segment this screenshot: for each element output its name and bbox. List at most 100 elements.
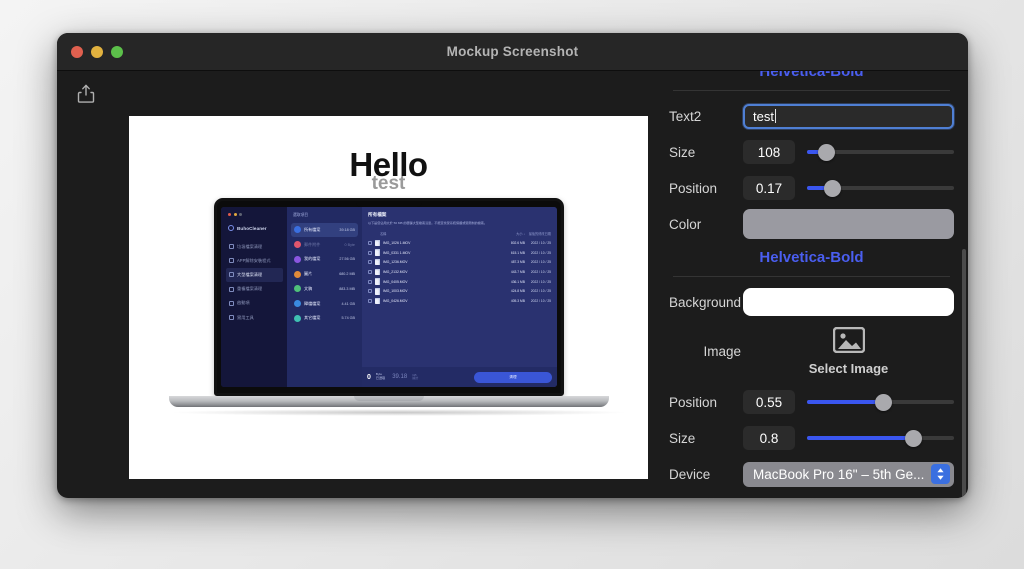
file-icon bbox=[375, 278, 380, 285]
macbook-lid: BuhoCleaner 垃圾檔案清理 APP解除安裝程式 大型檔案清理 重複檔案… bbox=[214, 198, 564, 396]
file-icon bbox=[375, 288, 380, 295]
inner-close-dot bbox=[228, 213, 231, 216]
size-row: Size 108 bbox=[669, 137, 954, 167]
text2-label: Text2 bbox=[669, 108, 702, 124]
inner-table-header: 名稱 大小 ↓ 最後的修改日期 bbox=[368, 231, 552, 238]
slider-fill bbox=[807, 400, 884, 404]
inner-app-main: 所有檔案 以下是您佔用大於 50 MB 的硬碟大型檔案清單。不能查找受系統保護或… bbox=[362, 207, 557, 387]
unit-secondary: 總計 bbox=[412, 376, 419, 380]
size-slider[interactable] bbox=[807, 142, 954, 162]
inner-category-row: 郵件附件 0 Byte bbox=[291, 238, 358, 252]
inner-file-row: IMG_1236.MOV 487.3 MB 2022 / 10 / 25 bbox=[368, 257, 552, 267]
size-input[interactable]: 108 bbox=[743, 140, 795, 164]
checkbox-icon bbox=[368, 240, 372, 245]
inner-category-row: 所有檔案 39.18 GB bbox=[291, 223, 358, 237]
panel-scrollbar[interactable] bbox=[962, 249, 966, 498]
category-icon bbox=[294, 270, 301, 278]
image-size-slider[interactable] bbox=[807, 428, 954, 448]
inspector-panel[interactable]: Helvetica-Bold Text2 test Size 108 Posit… bbox=[655, 71, 968, 498]
color-swatch[interactable] bbox=[743, 209, 954, 239]
inner-traffic-lights bbox=[226, 212, 283, 223]
macbook-screen: BuhoCleaner 垃圾檔案清理 APP解除安裝程式 大型檔案清理 重複檔案… bbox=[221, 207, 557, 387]
large-file-icon bbox=[229, 272, 234, 278]
inner-app-sidebar: BuhoCleaner 垃圾檔案清理 APP解除安裝程式 大型檔案清理 重複檔案… bbox=[221, 207, 287, 387]
inner-file-row: IMG_1026 1.MOV 802.6 MB 2022 / 10 / 25 bbox=[368, 238, 552, 248]
macbook-mockup: BuhoCleaner 垃圾檔案清理 APP解除安裝程式 大型檔案清理 重複檔案… bbox=[169, 198, 629, 416]
image-size-input[interactable]: 0.8 bbox=[743, 426, 795, 450]
category-icon bbox=[294, 241, 301, 249]
inner-file-row: IMG_0405.MOV 436.1 MB 2022 / 10 / 25 bbox=[368, 277, 552, 287]
inner-min-dot bbox=[233, 213, 237, 216]
inner-file-row: IMG_0331 1.MOV 615.1 MB 2022 / 10 / 25 bbox=[368, 248, 552, 258]
file-icon bbox=[375, 258, 380, 266]
macbook-shadow bbox=[169, 409, 629, 416]
col-date: 最後的修改日期 bbox=[528, 231, 551, 236]
inner-category-row: 歸檔檔案 4.41 GB bbox=[291, 297, 358, 311]
background-label: Background bbox=[669, 294, 742, 310]
toolbox-icon bbox=[229, 315, 234, 321]
inner-file-row: IMG_0426.MOV 405.3 MB 2022 / 10 / 25 bbox=[368, 296, 552, 306]
select-image-button[interactable]: Select Image bbox=[743, 326, 954, 376]
category-icon bbox=[294, 300, 301, 308]
slider-thumb[interactable] bbox=[875, 394, 893, 411]
image-label: Image bbox=[703, 343, 741, 359]
background-swatch[interactable] bbox=[743, 288, 954, 316]
inner-category-row: 我的檔案 27.56 GB bbox=[291, 253, 358, 267]
text-caret bbox=[774, 109, 776, 123]
total-size-value: 39.18 bbox=[392, 374, 408, 380]
startup-icon bbox=[229, 300, 234, 306]
device-label: Device bbox=[669, 466, 711, 482]
position-slider[interactable] bbox=[807, 178, 954, 198]
inner-app-brand: BuhoCleaner bbox=[226, 223, 283, 240]
inner-sidebar-label: APP解除安裝程式 bbox=[237, 257, 271, 263]
col-name: 名稱 bbox=[380, 231, 387, 236]
checkbox-icon bbox=[368, 260, 372, 265]
inner-sidebar-item-5: 實用工具 bbox=[226, 311, 283, 324]
image-position-input[interactable]: 0.55 bbox=[743, 390, 795, 414]
inner-file-row: IMG_2132.MOV 443.7 MB 2022 / 10 / 25 bbox=[368, 267, 552, 277]
position-input[interactable]: 0.17 bbox=[743, 176, 795, 200]
canvas-subheading: test bbox=[371, 173, 406, 194]
checkbox-icon bbox=[368, 269, 372, 274]
inner-sidebar-label: 重複檔案清理 bbox=[237, 286, 263, 292]
broom-icon bbox=[229, 244, 234, 250]
app-icon bbox=[229, 258, 234, 264]
font-name-top: Helvetica-Bold bbox=[759, 71, 864, 80]
inner-zoom-dot bbox=[239, 213, 242, 216]
position-row: Position 0.17 bbox=[669, 173, 954, 203]
category-icon bbox=[294, 314, 301, 322]
slider-thumb[interactable] bbox=[823, 180, 841, 197]
inner-sidebar-item-4: 啟動項 bbox=[226, 297, 283, 310]
file-icon bbox=[375, 239, 380, 247]
inner-app-category-list: 選取項目 所有檔案 39.18 GB 郵件附件 0 Byte 我的檔案 27.5… bbox=[287, 207, 362, 387]
slider-thumb[interactable] bbox=[904, 430, 922, 447]
share-icon[interactable] bbox=[74, 82, 98, 106]
inner-sidebar-label: 垃圾檔案清理 bbox=[237, 243, 263, 249]
inner-app-brand-label: BuhoCleaner bbox=[237, 225, 267, 231]
chevron-up-down-icon[interactable] bbox=[931, 464, 950, 484]
image-position-slider[interactable] bbox=[807, 392, 954, 412]
file-icon bbox=[375, 297, 380, 305]
text2-input[interactable]: test bbox=[743, 103, 954, 129]
inner-sidebar-label: 啟動項 bbox=[237, 300, 250, 306]
font-name-bottom[interactable]: Helvetica-Bold bbox=[669, 245, 954, 272]
category-icon bbox=[294, 226, 301, 234]
app-window: Mockup Screenshot Hello test BuhoCleaner… bbox=[57, 33, 968, 498]
macbook-base-notch bbox=[354, 396, 424, 401]
size-label: Size bbox=[669, 144, 696, 160]
inner-main-desc: 以下是您佔用大於 50 MB 的硬碟大型檔案清單。不能查找受系統保護或受限制的檔… bbox=[368, 220, 487, 225]
divider-middle bbox=[673, 276, 950, 277]
slider-thumb[interactable] bbox=[818, 144, 836, 161]
device-select[interactable]: MacBook Pro 16" – 5th Ge... bbox=[743, 461, 954, 487]
picture-icon bbox=[832, 326, 865, 358]
category-icon bbox=[294, 255, 301, 263]
buho-logo-icon bbox=[228, 225, 234, 231]
window-title: Mockup Screenshot bbox=[446, 44, 579, 59]
preview-canvas[interactable]: Hello test BuhoCleaner 垃圾檔案清理 APP解除安裝程式 … bbox=[129, 116, 648, 479]
image-row: Image Select Image bbox=[669, 323, 954, 379]
inner-sidebar-item-3: 重複檔案清理 bbox=[226, 283, 283, 296]
text2-value: test bbox=[753, 108, 774, 124]
inner-sidebar-item-0: 垃圾檔案清理 bbox=[226, 240, 283, 253]
select-image-label: Select Image bbox=[808, 360, 889, 376]
checkbox-icon bbox=[368, 250, 372, 255]
